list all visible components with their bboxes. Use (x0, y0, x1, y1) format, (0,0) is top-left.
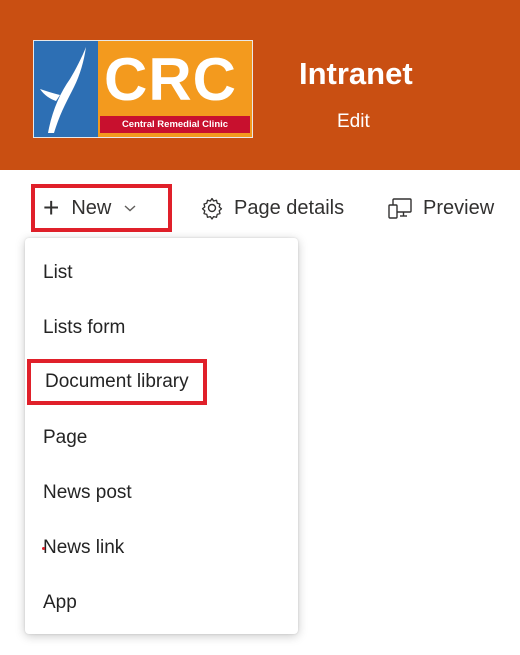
menu-item-news-post[interactable]: News post (43, 478, 132, 508)
logo-bird-panel (34, 41, 98, 137)
seagull-icon (40, 47, 86, 133)
menu-item-lists-form[interactable]: Lists form (43, 313, 125, 343)
chevron-down-icon (123, 203, 137, 213)
menu-item-page[interactable]: Page (43, 423, 87, 453)
new-button[interactable]: + New (31, 184, 172, 232)
site-header: CRC Central Remedial Clinic Intranet Edi… (0, 0, 520, 170)
new-button-label: New (71, 196, 112, 219)
logo-letters: CRC (104, 46, 237, 113)
site-title[interactable]: Intranet (299, 56, 413, 92)
page-details-label: Page details (234, 196, 345, 219)
preview-button[interactable]: Preview (387, 188, 494, 228)
menu-item-news-link[interactable]: News link (43, 533, 124, 563)
plus-icon: + (43, 192, 60, 223)
preview-label: Preview (423, 196, 495, 219)
edit-link[interactable]: Edit (337, 111, 370, 133)
page-details-button[interactable]: Page details (200, 188, 344, 228)
menu-item-document-library[interactable]: Document library (27, 359, 207, 405)
gear-icon (200, 196, 224, 220)
annotation-dot (42, 547, 45, 550)
logo-tagline: Central Remedial Clinic (100, 116, 250, 133)
new-dropdown-menu: List Lists form Document library Page Ne… (25, 238, 298, 634)
menu-item-app[interactable]: App (43, 588, 77, 618)
logo-crc-panel: CRC Central Remedial Clinic (98, 41, 252, 137)
device-preview-icon (387, 196, 413, 220)
crc-logo[interactable]: CRC Central Remedial Clinic (33, 40, 253, 138)
menu-item-list[interactable]: List (43, 258, 73, 288)
